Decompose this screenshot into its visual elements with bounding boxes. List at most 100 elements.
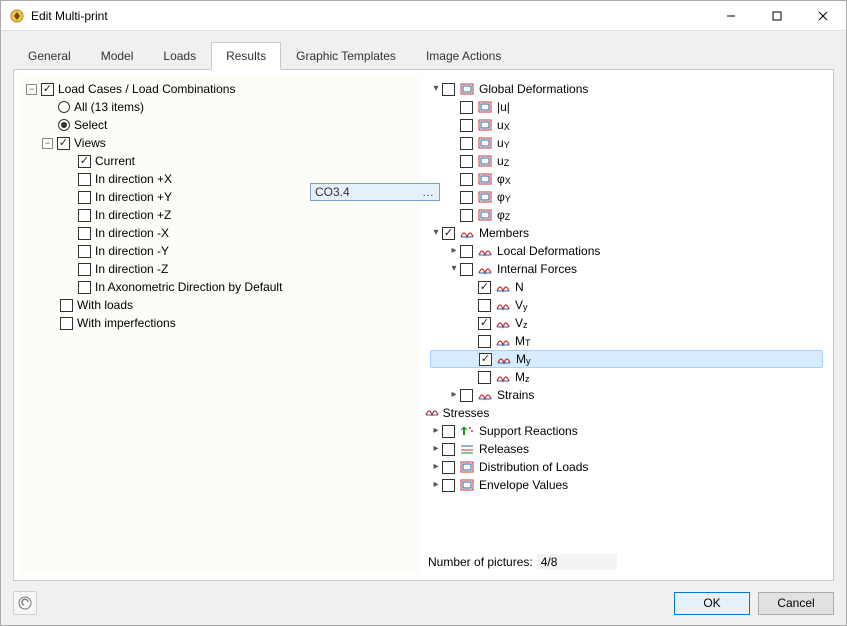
tab-loads[interactable]: Loads: [148, 42, 211, 69]
node-phiy[interactable]: φY: [430, 188, 827, 206]
tab-graphic-templates[interactable]: Graphic Templates: [281, 42, 411, 69]
checkbox[interactable]: [41, 83, 54, 96]
checkbox[interactable]: [460, 137, 473, 150]
arrow-down-icon[interactable]: ▾: [430, 80, 442, 98]
member-icon: [477, 262, 493, 276]
minimize-button[interactable]: [708, 1, 754, 31]
node-mt[interactable]: MT: [430, 332, 827, 350]
node-envelope[interactable]: ▸Envelope Values: [430, 476, 827, 494]
node-internal-forces[interactable]: ▾Internal Forces: [430, 260, 827, 278]
cancel-label: Cancel: [777, 596, 814, 610]
node-local-def[interactable]: ▸Local Deformations: [430, 242, 827, 260]
select-combo[interactable]: CO3.4 …: [310, 183, 440, 201]
tab-model[interactable]: Model: [86, 42, 149, 69]
checkbox[interactable]: [460, 209, 473, 222]
node-vy[interactable]: Vy: [430, 296, 827, 314]
checkbox[interactable]: [442, 443, 455, 456]
arrow-down-icon[interactable]: ▾: [448, 260, 460, 278]
node-n[interactable]: N: [430, 278, 827, 296]
radio-all[interactable]: [58, 101, 70, 113]
checkbox[interactable]: [78, 191, 91, 204]
collapse-icon[interactable]: −: [26, 84, 37, 95]
radio-select[interactable]: [58, 119, 70, 131]
ok-button[interactable]: OK: [674, 592, 750, 615]
node-all[interactable]: All (13 items): [26, 98, 420, 116]
ellipsis-icon[interactable]: …: [422, 185, 435, 199]
node-mz[interactable]: Mz: [430, 368, 827, 386]
arrow-right-icon[interactable]: ▸: [430, 458, 442, 476]
checkbox[interactable]: [460, 245, 473, 258]
node-phiz[interactable]: φZ: [430, 206, 827, 224]
checkbox[interactable]: [60, 317, 73, 330]
help-button[interactable]: [13, 591, 37, 615]
checkbox[interactable]: [78, 263, 91, 276]
checkbox[interactable]: [460, 389, 473, 402]
node-uy[interactable]: uY: [430, 134, 827, 152]
checkbox[interactable]: [460, 263, 473, 276]
checkbox[interactable]: [78, 173, 91, 186]
arrow-right-icon[interactable]: ▸: [448, 242, 460, 260]
node-dist-loads[interactable]: ▸Distribution of Loads: [430, 458, 827, 476]
tab-image-actions[interactable]: Image Actions: [411, 42, 516, 69]
node-axon[interactable]: In Axonometric Direction by Default: [26, 278, 420, 296]
arrow-right-icon[interactable]: ▸: [430, 440, 442, 458]
checkbox[interactable]: [478, 281, 491, 294]
node-global-deformations[interactable]: ▾ Global Deformations: [430, 80, 827, 98]
collapse-icon[interactable]: −: [42, 138, 53, 149]
node-my[interactable]: My: [430, 350, 823, 368]
checkbox[interactable]: [460, 155, 473, 168]
node-select[interactable]: Select: [26, 116, 420, 134]
node-dir-mz[interactable]: In direction -Z: [26, 260, 420, 278]
tab-general[interactable]: General: [13, 42, 86, 69]
cancel-button[interactable]: Cancel: [758, 592, 834, 615]
checkbox[interactable]: [57, 137, 70, 150]
node-dir-pz[interactable]: In direction +Z: [26, 206, 420, 224]
node-u-abs[interactable]: |u|: [430, 98, 827, 116]
node-strains[interactable]: ▸Strains: [430, 386, 827, 404]
checkbox[interactable]: [478, 299, 491, 312]
checkbox[interactable]: [78, 245, 91, 258]
arrow-right-icon[interactable]: ▸: [430, 476, 442, 494]
checkbox[interactable]: [442, 83, 455, 96]
node-support-reactions[interactable]: ▸Support Reactions: [430, 422, 827, 440]
node-stresses[interactable]: Stresses: [430, 404, 827, 422]
checkbox[interactable]: [478, 317, 491, 330]
label-dir-my: In direction -Y: [95, 242, 169, 260]
checkbox[interactable]: [460, 101, 473, 114]
node-load-cases[interactable]: − Load Cases / Load Combinations: [26, 80, 420, 98]
maximize-button[interactable]: [754, 1, 800, 31]
close-button[interactable]: [800, 1, 846, 31]
checkbox[interactable]: [460, 191, 473, 204]
checkbox[interactable]: [478, 335, 491, 348]
checkbox[interactable]: [78, 281, 91, 294]
node-with-loads[interactable]: With loads: [26, 296, 420, 314]
arrow-right-icon[interactable]: ▸: [430, 422, 442, 440]
node-current[interactable]: Current: [26, 152, 420, 170]
node-views[interactable]: − Views: [26, 134, 420, 152]
checkbox[interactable]: [442, 479, 455, 492]
node-ux[interactable]: uX: [430, 116, 827, 134]
checkbox[interactable]: [78, 209, 91, 222]
checkbox[interactable]: [479, 353, 492, 366]
node-with-imperf[interactable]: With imperfections: [26, 314, 420, 332]
checkbox[interactable]: [78, 155, 91, 168]
tab-results[interactable]: Results: [211, 42, 281, 70]
arrow-down-icon[interactable]: ▾: [430, 224, 442, 242]
checkbox[interactable]: [442, 425, 455, 438]
node-uz[interactable]: uZ: [430, 152, 827, 170]
checkbox[interactable]: [460, 119, 473, 132]
checkbox[interactable]: [442, 461, 455, 474]
checkbox[interactable]: [460, 173, 473, 186]
node-releases[interactable]: ▸Releases: [430, 440, 827, 458]
deform-icon: [477, 190, 493, 204]
checkbox[interactable]: [442, 227, 455, 240]
node-members[interactable]: ▾ Members: [430, 224, 827, 242]
checkbox[interactable]: [60, 299, 73, 312]
checkbox[interactable]: [478, 371, 491, 384]
node-dir-mx[interactable]: In direction -X: [26, 224, 420, 242]
node-vz[interactable]: Vz: [430, 314, 827, 332]
node-phix[interactable]: φX: [430, 170, 827, 188]
node-dir-my[interactable]: In direction -Y: [26, 242, 420, 260]
arrow-right-icon[interactable]: ▸: [448, 386, 460, 404]
checkbox[interactable]: [78, 227, 91, 240]
